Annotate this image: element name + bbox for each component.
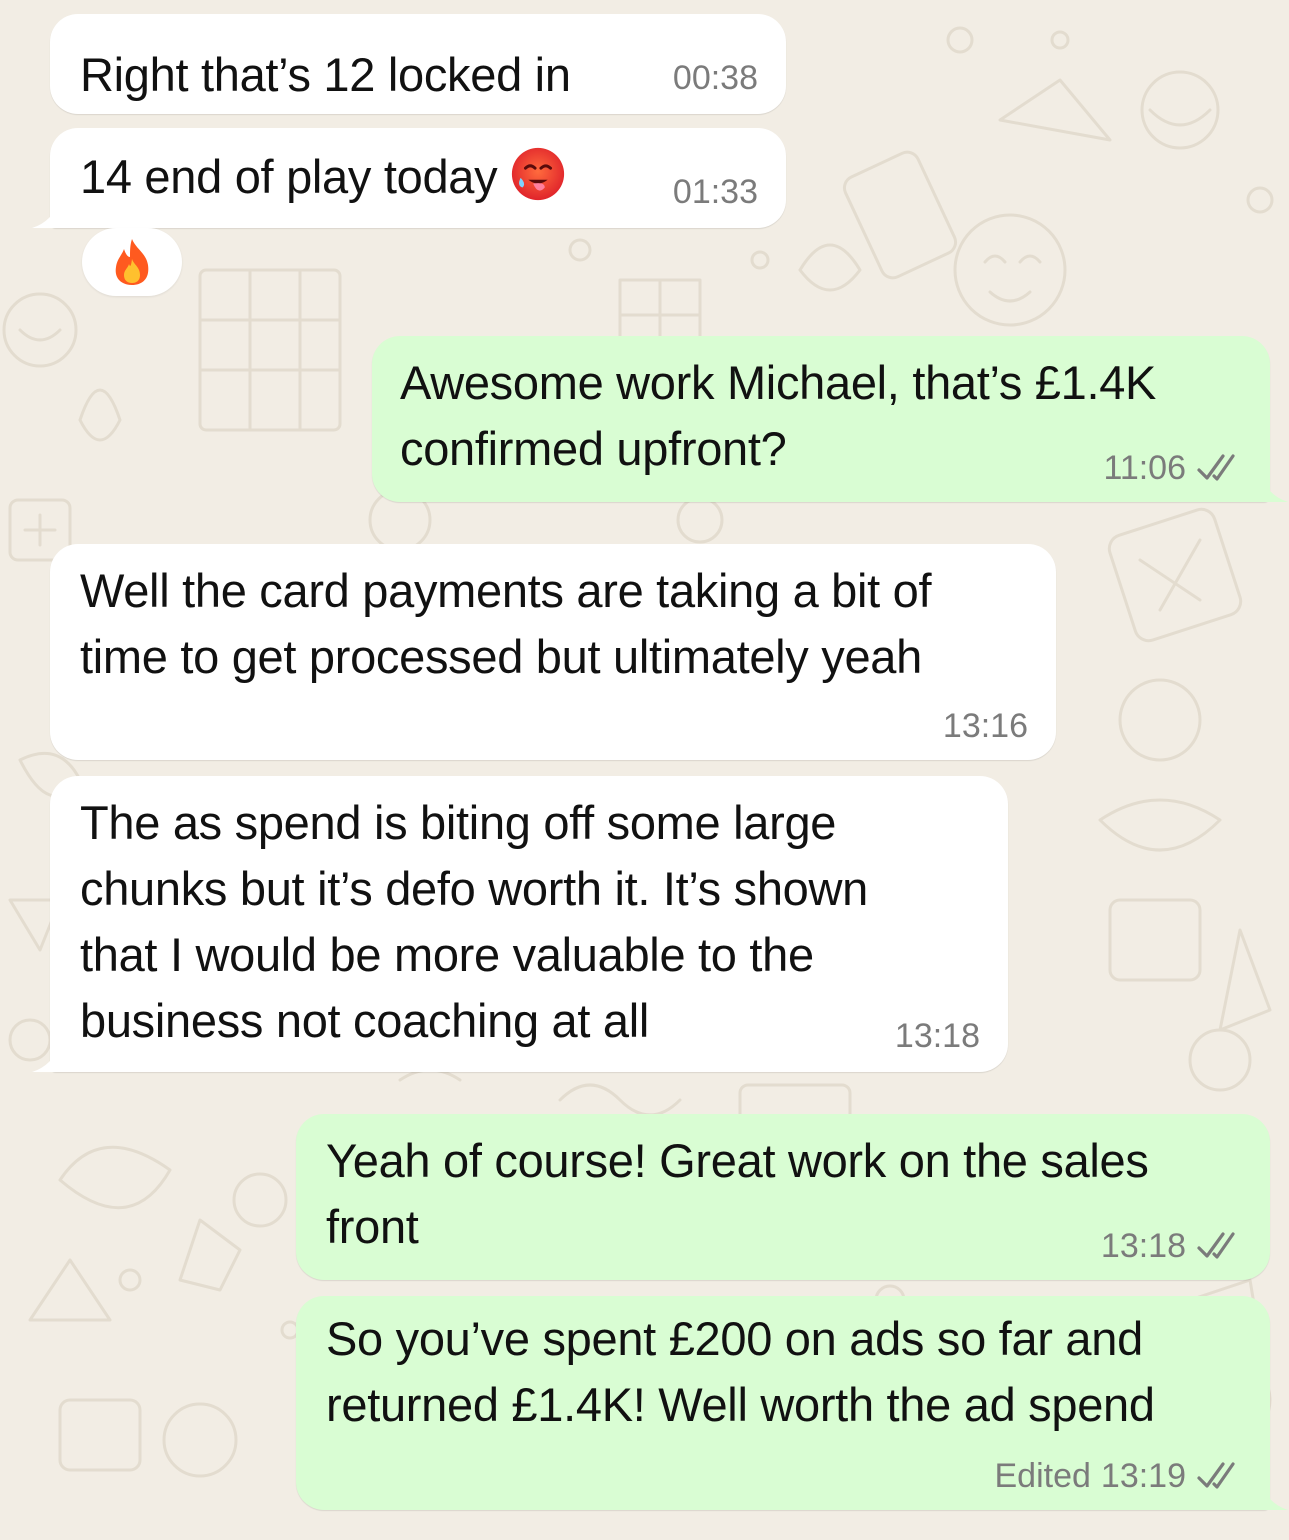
edited-label: Edited — [995, 1456, 1091, 1496]
message-bubble-incoming[interactable]: 14 end of play today 01:33 — [50, 128, 786, 228]
message-bubble-incoming[interactable]: Right that’s 12 locked in 00:38 — [50, 14, 786, 114]
message-time: 13:16 — [943, 706, 1028, 746]
message-text: Yeah of course! Great work on the sales … — [326, 1128, 1149, 1260]
message-timestamp: 13:16 — [943, 706, 1028, 746]
message-time: 13:18 — [895, 1016, 980, 1056]
message-text: 14 end of play today — [80, 142, 567, 212]
message-reaction[interactable] — [82, 228, 182, 296]
message-bubble-outgoing[interactable]: So you’ve spent £200 on ads so far and r… — [296, 1296, 1270, 1510]
message-timestamp: 01:33 — [673, 172, 758, 212]
bubble-tail — [32, 198, 62, 228]
message-text: The as spend is biting off some large ch… — [80, 790, 868, 1054]
message-bubble-incoming[interactable]: Well the card payments are taking a bit … — [50, 544, 1056, 760]
message-timestamp: 13:18 — [1101, 1226, 1242, 1266]
message-time: 01:33 — [673, 172, 758, 212]
message-timestamp: 11:06 — [1103, 448, 1242, 488]
message-timestamp: 13:18 — [895, 1016, 980, 1056]
message-text: Awesome work Michael, that’s £1.4K confi… — [400, 350, 1156, 482]
read-ticks-icon — [1196, 1231, 1242, 1261]
message-time: 13:18 — [1101, 1226, 1186, 1266]
message-text-content: 14 end of play today — [80, 150, 497, 203]
message-bubble-incoming[interactable]: The as spend is biting off some large ch… — [50, 776, 1008, 1072]
bubble-tail — [32, 1042, 62, 1072]
message-text: Right that’s 12 locked in — [80, 40, 571, 110]
message-time: 00:38 — [673, 58, 758, 98]
message-time: 11:06 — [1103, 448, 1186, 488]
message-text: Well the card payments are taking a bit … — [80, 558, 931, 690]
message-bubble-outgoing[interactable]: Awesome work Michael, that’s £1.4K confi… — [372, 336, 1270, 502]
chat-conversation: Right that’s 12 locked in 00:38 14 end o… — [0, 0, 1289, 1540]
read-ticks-icon — [1196, 453, 1242, 483]
message-text: So you’ve spent £200 on ads so far and r… — [326, 1306, 1155, 1438]
read-ticks-icon — [1196, 1461, 1242, 1491]
message-time: 13:19 — [1101, 1456, 1186, 1496]
message-bubble-outgoing[interactable]: Yeah of course! Great work on the sales … — [296, 1114, 1270, 1280]
message-timestamp: 00:38 — [673, 58, 758, 98]
message-timestamp: Edited 13:19 — [995, 1456, 1243, 1496]
bubble-tail — [1258, 472, 1288, 502]
hot-face-emoji — [509, 145, 567, 203]
fire-emoji — [110, 237, 154, 287]
bubble-tail — [1258, 1480, 1288, 1510]
